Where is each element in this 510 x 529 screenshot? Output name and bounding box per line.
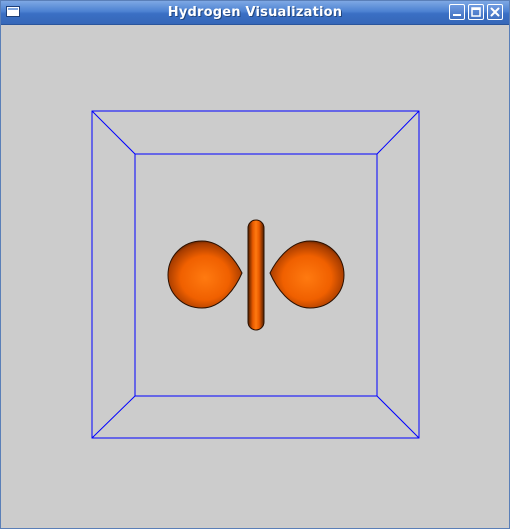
close-button[interactable] bbox=[487, 4, 503, 20]
box-edge-top-left bbox=[91, 110, 136, 155]
orbital-left-lobe bbox=[167, 240, 243, 309]
box-edge-top-right bbox=[376, 110, 420, 155]
orbital-isosurface bbox=[167, 219, 345, 331]
minimize-button[interactable] bbox=[449, 4, 465, 20]
orbital-center-ring bbox=[247, 219, 265, 331]
3d-scene[interactable] bbox=[4, 25, 506, 525]
box-edge-bottom-left bbox=[91, 395, 136, 439]
maximize-icon bbox=[471, 7, 481, 17]
app-window: Hydrogen Visualization bbox=[0, 0, 510, 529]
window-menu-icon[interactable] bbox=[6, 6, 20, 17]
orbital-right-lobe bbox=[269, 240, 345, 309]
maximize-button[interactable] bbox=[468, 4, 484, 20]
3d-viewport-area[interactable] bbox=[4, 25, 506, 525]
window-title: Hydrogen Visualization bbox=[167, 5, 343, 20]
close-icon bbox=[490, 7, 500, 17]
title-bar[interactable]: Hydrogen Visualization bbox=[1, 1, 509, 25]
minimize-icon bbox=[453, 14, 461, 16]
box-edge-bottom-right bbox=[376, 395, 420, 439]
